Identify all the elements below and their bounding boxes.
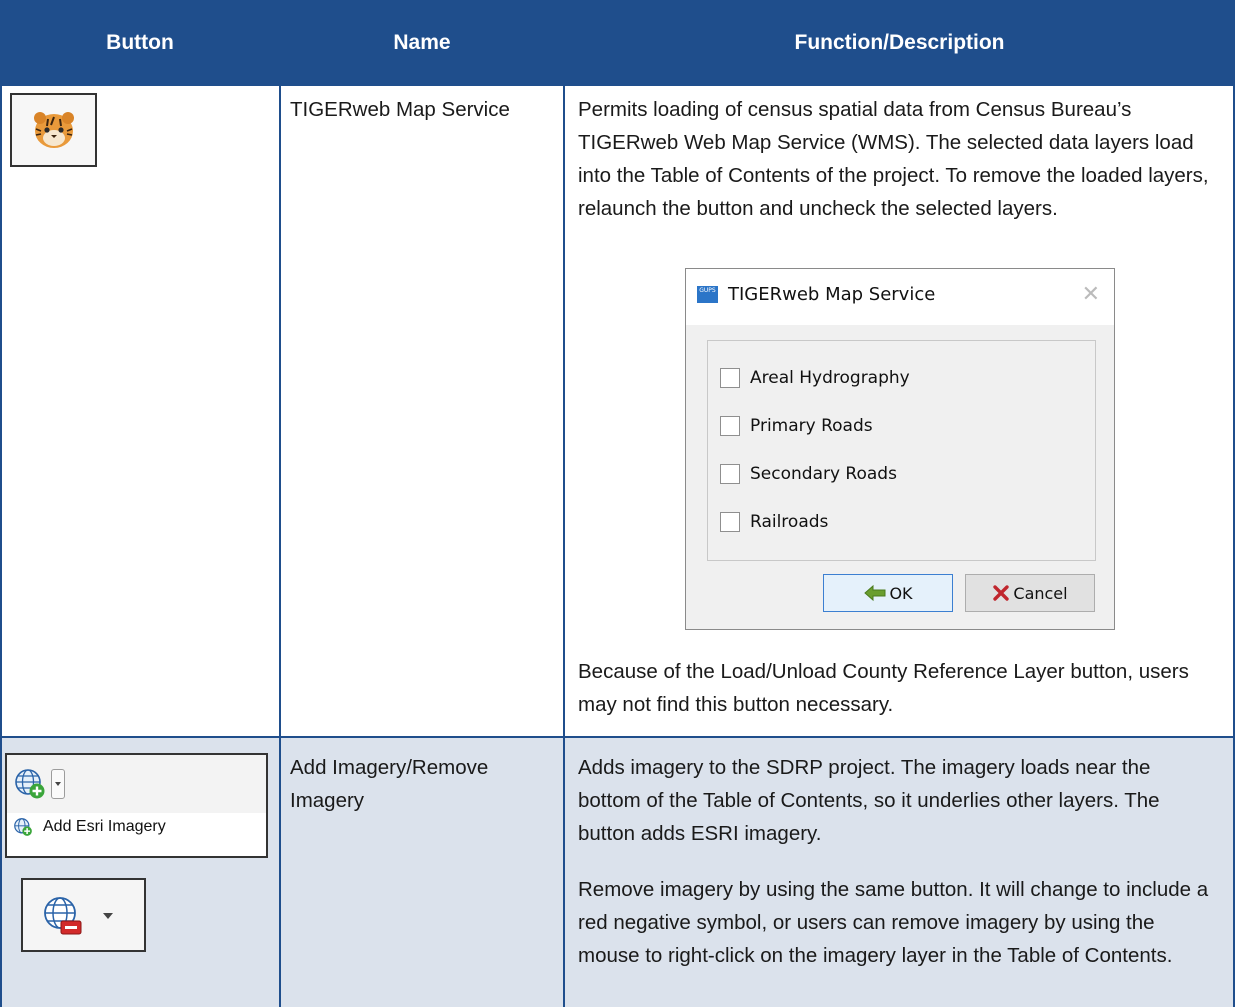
globe-add-icon — [14, 818, 32, 836]
row1-description: Permits loading of census spatial data f… — [578, 98, 1209, 220]
tiger-icon — [33, 112, 74, 148]
dialog-title: TIGERweb Map Service — [728, 284, 936, 305]
layer-checkbox-primary-roads[interactable]: Primary Roads — [720, 416, 873, 436]
dialog-titlebar: GUPS TIGERweb Map Service ✕ — [686, 269, 1114, 325]
layer-checkbox-areal-hydrography[interactable]: Areal Hydrography — [720, 368, 910, 388]
menu-label: Add Esri Imagery — [43, 818, 166, 835]
app-icon: GUPS — [697, 286, 718, 303]
row2-note: Remove imagery by using the same button.… — [578, 878, 1209, 967]
header-name: Name — [280, 0, 564, 86]
chevron-down-icon[interactable] — [51, 769, 65, 799]
grid-line — [279, 86, 281, 1007]
checkbox-label: Primary Roads — [750, 416, 873, 436]
cancel-button[interactable]: Cancel — [965, 574, 1095, 612]
menu-item-add-esri-imagery[interactable]: Add Esri Imagery — [13, 817, 166, 837]
globe-add-icon — [15, 769, 45, 799]
header-function: Function/Description — [564, 0, 1235, 86]
imagery-toolbar — [7, 755, 266, 813]
row2-description: Adds imagery to the SDRP project. The im… — [578, 756, 1160, 845]
ok-label: OK — [889, 583, 913, 603]
add-imagery-button[interactable]: Add Esri Imagery — [5, 753, 268, 858]
checkbox-label: Secondary Roads — [750, 464, 897, 484]
checkbox-label: Railroads — [750, 512, 829, 532]
ok-arrow-icon — [864, 584, 886, 602]
row1-name: TIGERweb Map Service — [290, 98, 510, 121]
globe-remove-icon — [44, 897, 82, 935]
checkbox[interactable] — [720, 368, 740, 388]
checkbox[interactable] — [720, 416, 740, 436]
function-table: Button Name Function/Description TIGERwe… — [0, 0, 1235, 1007]
row2-name: Add Imagery/Remove Imagery — [290, 756, 489, 812]
row1-note: Because of the Load/Unload County Refere… — [578, 660, 1189, 716]
remove-imagery-button[interactable] — [21, 878, 146, 952]
tigerweb-dialog: GUPS TIGERweb Map Service ✕ Areal Hydrog… — [685, 268, 1115, 630]
tigerweb-button[interactable] — [10, 93, 97, 167]
ok-button[interactable]: OK — [823, 574, 953, 612]
grid-line — [563, 86, 565, 1007]
chevron-down-icon[interactable] — [103, 913, 113, 919]
grid-line — [0, 86, 2, 1007]
checkbox[interactable] — [720, 464, 740, 484]
layer-checkbox-railroads[interactable]: Railroads — [720, 512, 828, 532]
close-icon[interactable]: ✕ — [1082, 282, 1100, 307]
header-button: Button — [0, 0, 280, 86]
cancel-label: Cancel — [1013, 583, 1068, 603]
row-divider — [0, 736, 1235, 738]
cancel-x-icon — [993, 585, 1010, 601]
checkbox[interactable] — [720, 512, 740, 532]
checkbox-label: Areal Hydrography — [750, 368, 910, 388]
layer-checkbox-secondary-roads[interactable]: Secondary Roads — [720, 464, 897, 484]
